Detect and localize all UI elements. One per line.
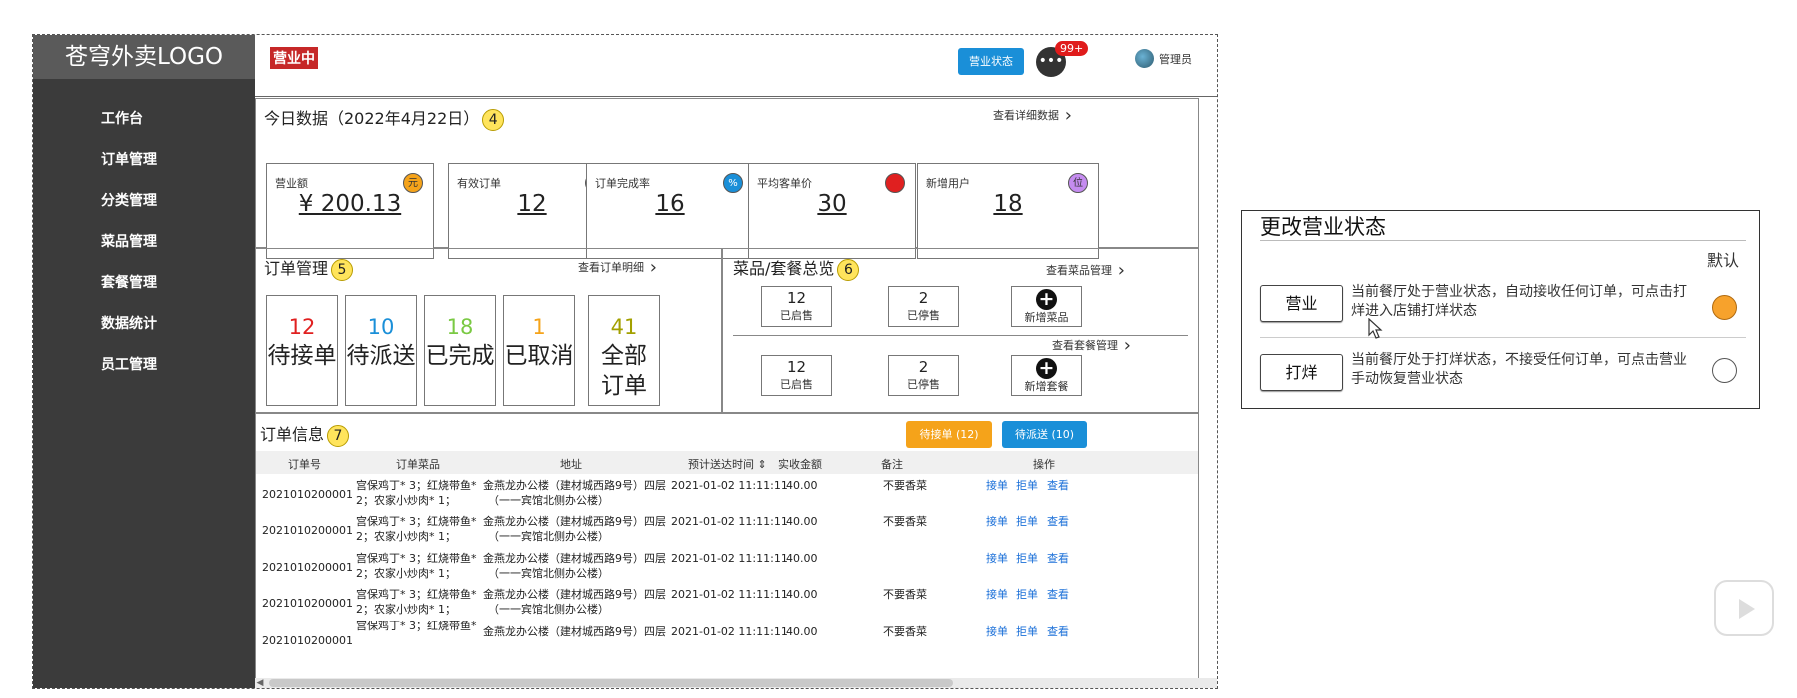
sidebar: 苍穹外卖LOGO 工作台 订单管理 分类管理 菜品管理 套餐管理 数据统计 员工… [33,35,255,688]
accept-order-button[interactable]: 接单 [986,478,1008,493]
order-box-cancelled[interactable]: 1 已取消 [503,295,575,406]
close-business-radio[interactable] [1712,358,1737,383]
setmeal-on-sale-box[interactable]: 12 已启售 [761,355,832,396]
view-order-button[interactable]: 查看 [1047,478,1069,493]
avatar[interactable] [1135,49,1154,68]
horizontal-scrollbar[interactable]: ◀ [255,678,1217,688]
main-content: 营业中 营业状态 ••• 99+ 管理员 今日数据（2022年4月22日） 4 查… [255,35,1217,688]
order-management-section: 订单管理5 查看订单明细 12 待接单 10 待派送 18 已完成 1 已取消 … [255,248,722,413]
close-business-button[interactable]: 打烊 [1260,354,1343,391]
add-dish-button[interactable]: + 新增菜品 [1011,286,1082,327]
today-data-title: 今日数据（2022年4月22日） 4 [264,105,505,131]
app-logo: 苍穹外卖LOGO [33,35,255,79]
table-row: 2021010200001 宫保鸡丁* 3；红烧带鱼* 2；农家小炒肉* 1； … [262,551,1069,580]
reject-order-button[interactable]: 拒单 [1016,624,1038,639]
default-label: 默认 [1707,251,1740,270]
accept-order-button[interactable]: 接单 [986,551,1008,566]
message-count-badge: 99+ [1055,41,1089,56]
topbar: 营业中 营业状态 ••• 99+ 管理员 [255,35,1217,97]
stat-card-new-users: 新增用户 位 18 [917,163,1099,259]
view-order-button[interactable]: 查看 [1047,624,1069,639]
view-order-button[interactable]: 查看 [1047,551,1069,566]
open-business-description: 当前餐厅处于营业状态，自动接收任何订单，可点击打烊进入店铺打烊状态 [1351,284,1687,319]
table-row: 2021010200001 宫保鸡丁* 3；红烧带鱼* 2；农家小炒肉* 1； … [262,478,1069,507]
mouse-cursor-icon [1368,318,1383,339]
accept-order-button[interactable]: 接单 [986,587,1008,602]
stat-card-completion-rate: 订单完成率 % 16 [586,163,754,259]
section-number-badge: 6 [837,258,860,281]
section-number-badge: 5 [331,258,354,281]
table-row: 2021010200001 宫保鸡丁* 3；红烧带鱼* 金燕龙办公楼（建材城西路… [262,621,1069,647]
sidebar-nav: 工作台 订单管理 分类管理 菜品管理 套餐管理 数据统计 员工管理 [33,99,255,386]
scroll-thumb[interactable] [269,679,953,687]
sidebar-item-orders[interactable]: 订单管理 [33,140,255,181]
app-frame: 苍穹外卖LOGO 工作台 订单管理 分类管理 菜品管理 套餐管理 数据统计 员工… [32,34,1218,689]
dish-overview-section: 菜品/套餐总览6 查看菜品管理 12 已启售 2 已停售 + 新增菜品 查看套餐… [722,248,1199,413]
order-info-title: 订单信息 7 [260,421,350,447]
order-box-to-deliver[interactable]: 10 待派送 [345,295,417,406]
stat-card-revenue: 营业额 元 ¥ 200.13 [266,163,434,259]
dish-overview-title: 菜品/套餐总览 6 [733,255,860,281]
order-info-section: 订单信息 7 待接单 (12) 待派送 (10) 订单号 订单菜品 地址 预计送达… [255,413,1199,688]
business-status-badge: 营业中 [270,47,318,69]
view-dish-management-link[interactable]: 查看菜品管理 [1046,260,1125,281]
dish-on-sale-box[interactable]: 12 已启售 [761,286,832,327]
today-data-section: 今日数据（2022年4月22日）4 查看详细数据 营业额 元 ¥ 200.13 … [255,98,1199,259]
dish-off-sale-box[interactable]: 2 已停售 [888,286,959,327]
sidebar-item-workbench[interactable]: 工作台 [33,99,255,140]
tab-pending-orders[interactable]: 待接单 (12) [906,421,992,448]
reject-order-button[interactable]: 拒单 [1016,551,1038,566]
panel-title: 更改营业状态 [1260,215,1386,239]
section-number-badge: 7 [327,424,350,447]
order-box-all[interactable]: 41 全部订单 [588,295,660,406]
divider [1260,337,1746,338]
user-name[interactable]: 管理员 [1159,51,1192,67]
view-order-button[interactable]: 查看 [1047,514,1069,529]
reject-order-button[interactable]: 拒单 [1016,587,1038,602]
table-row: 2021010200001 宫保鸡丁* 3；红烧带鱼* 2；农家小炒肉* 1； … [262,514,1069,543]
sidebar-item-employees[interactable]: 员工管理 [33,345,255,386]
plus-icon: + [1036,358,1057,379]
yuan-icon: 元 [885,173,905,193]
order-box-completed[interactable]: 18 已完成 [424,295,496,406]
setmeal-off-sale-box[interactable]: 2 已停售 [888,355,959,396]
user-count-icon: 位 [1068,173,1088,193]
order-box-pending[interactable]: 12 待接单 [266,295,338,406]
business-status-button[interactable]: 营业状态 [958,48,1024,75]
open-business-button[interactable]: 营业 [1260,285,1343,322]
view-setmeal-management-link[interactable]: 查看套餐管理 [1052,335,1131,356]
reject-order-button[interactable]: 拒单 [1016,478,1038,493]
scroll-left-icon[interactable]: ◀ [255,678,265,688]
sidebar-item-dishes[interactable]: 菜品管理 [33,222,255,263]
view-order-button[interactable]: 查看 [1047,587,1069,602]
percent-icon: % [723,173,743,193]
add-setmeal-button[interactable]: + 新增套餐 [1011,355,1082,396]
open-business-radio[interactable] [1712,295,1737,320]
sort-eta-header[interactable]: 预计送达时间 ⇕ [688,456,767,472]
sidebar-item-setmeals[interactable]: 套餐管理 [33,263,255,304]
close-business-description: 当前餐厅处于打烊状态，不接受任何订单，可点击营业手动恢复营业状态 [1351,352,1687,387]
sidebar-item-statistics[interactable]: 数据统计 [33,304,255,345]
reject-order-button[interactable]: 拒单 [1016,514,1038,529]
order-management-title: 订单管理 5 [264,255,354,281]
accept-order-button[interactable]: 接单 [986,514,1008,529]
section-number-badge: 4 [482,108,505,131]
accept-order-button[interactable]: 接单 [986,624,1008,639]
sidebar-item-categories[interactable]: 分类管理 [33,181,255,222]
play-video-icon[interactable] [1714,580,1774,636]
stat-card-avg-price: 平均客单价 元 30 [748,163,916,259]
view-order-detail-link[interactable]: 查看订单明细 [578,257,657,278]
yuan-icon: 元 [403,173,423,193]
plus-icon: + [1036,289,1057,310]
table-row: 2021010200001 宫保鸡丁* 3；红烧带鱼* 2；农家小炒肉* 1； … [262,587,1069,616]
business-status-panel: 更改营业状态 默认 营业 当前餐厅处于营业状态，自动接收任何订单，可点击打烊进入… [1241,210,1760,409]
view-detail-data-link[interactable]: 查看详细数据 [993,105,1072,126]
tab-to-deliver-orders[interactable]: 待派送 (10) [1002,421,1087,448]
table-header: 订单号 订单菜品 地址 预计送达时间 ⇕ 实收金额 备注 操作 [256,451,1198,474]
divider [1260,240,1746,241]
